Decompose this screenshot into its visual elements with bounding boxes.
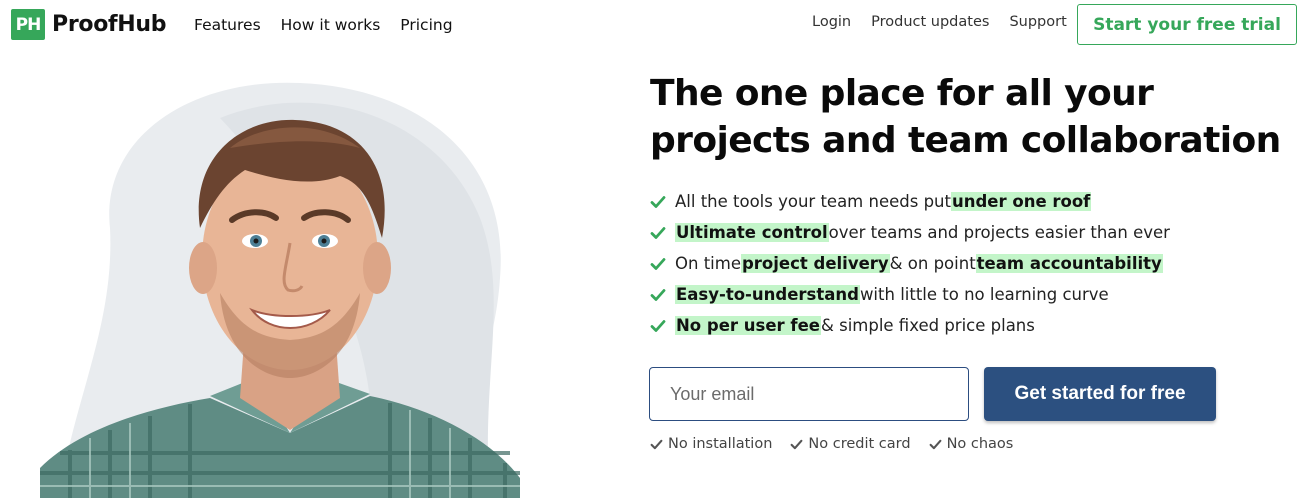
hero-headline: The one place for all your projects and … — [650, 73, 1281, 161]
feature-highlight: Easy-to-understand — [675, 285, 860, 304]
feature-text: over teams and projects easier than ever — [828, 223, 1170, 242]
check-icon — [650, 287, 666, 303]
feature-highlight: No per user fee — [675, 316, 821, 335]
secondary-nav: Login Product updates Support — [812, 14, 1067, 30]
nav-link-how-it-works[interactable]: How it works — [281, 16, 381, 34]
assurance-item: No credit card — [790, 436, 911, 452]
nav-link-login[interactable]: Login — [812, 14, 851, 30]
feature-highlight: Ultimate control — [675, 223, 829, 242]
feature-text: & simple fixed price plans — [820, 316, 1035, 335]
feature-item: All the tools your team needs put under … — [650, 186, 1170, 217]
assurance-list: No installation No credit card No chaos — [650, 436, 1013, 452]
feature-item: On time project delivery & on point team… — [650, 248, 1170, 279]
feature-highlight: project delivery — [740, 254, 890, 273]
feature-highlight: team accountability — [975, 254, 1163, 273]
start-free-trial-button[interactable]: Start your free trial — [1077, 4, 1297, 45]
check-icon — [650, 318, 666, 334]
feature-item: No per user fee & simple fixed price pla… — [650, 310, 1170, 341]
site-header: PH ProofHub Features How it works Pricin… — [0, 0, 1308, 52]
assurance-item: No chaos — [929, 436, 1014, 452]
nav-link-support[interactable]: Support — [1009, 14, 1066, 30]
check-icon — [929, 438, 947, 451]
assurance-item: No installation — [650, 436, 772, 452]
primary-nav: Features How it works Pricing — [194, 16, 453, 34]
check-icon — [650, 225, 666, 241]
feature-item: Ultimate control over teams and projects… — [650, 217, 1170, 248]
assurance-label: No credit card — [808, 436, 911, 452]
feature-item: Easy-to-understand with little to no lea… — [650, 279, 1170, 310]
check-icon — [650, 194, 666, 210]
get-started-button[interactable]: Get started for free — [984, 367, 1216, 421]
check-icon — [650, 438, 668, 451]
check-icon — [650, 256, 666, 272]
assurance-label: No chaos — [946, 436, 1014, 452]
check-icon — [790, 438, 808, 451]
email-input[interactable] — [649, 367, 969, 421]
feature-text: with little to no learning curve — [859, 285, 1109, 304]
nav-link-features[interactable]: Features — [194, 16, 261, 34]
feature-list: All the tools your team needs put under … — [650, 186, 1170, 341]
logo-mark-icon: PH — [11, 9, 45, 40]
feature-text: & on point — [889, 254, 976, 273]
feature-highlight: under one roof — [950, 192, 1092, 211]
brand-name: ProofHub — [52, 12, 167, 37]
feature-text: On time — [675, 254, 741, 273]
nav-link-pricing[interactable]: Pricing — [400, 16, 452, 34]
nav-link-product-updates[interactable]: Product updates — [871, 14, 989, 30]
assurance-label: No installation — [668, 436, 773, 452]
feature-text: All the tools your team needs put — [675, 192, 951, 211]
brand-logo[interactable]: PH ProofHub — [11, 9, 167, 40]
hero-portrait-image — [40, 78, 540, 498]
